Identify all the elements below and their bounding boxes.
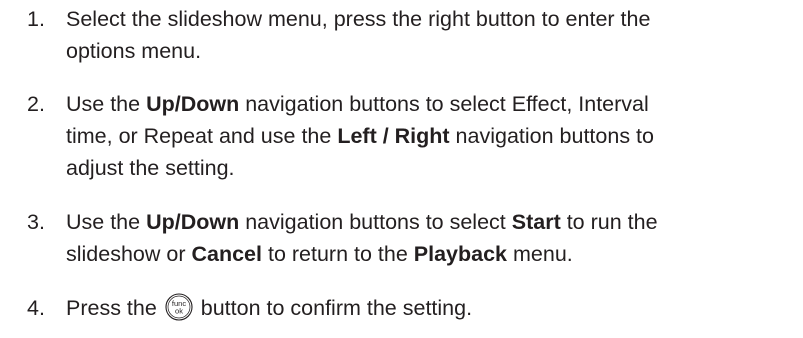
text-run: slideshow or (66, 242, 192, 266)
bold-term: Cancel (191, 242, 262, 266)
text-run: navigation buttons to (449, 124, 654, 148)
func-ok-button-icon: func ok (165, 293, 193, 321)
step-number: 4. (27, 296, 45, 320)
text-run: Use the (66, 210, 147, 234)
text-run: time, or Repeat and use the (66, 124, 338, 148)
step-number: 2. (27, 92, 45, 116)
bold-term: Start (511, 210, 561, 234)
text-run: menu. (507, 242, 573, 266)
step-text: Press the func ok button to confirm the … (66, 292, 803, 324)
text-run: navigation buttons to select Effect, Int… (239, 92, 649, 116)
step-number: 3. (27, 210, 45, 234)
step-line: options menu. (66, 39, 202, 63)
step-text: Select the slideshow menu, press the rig… (66, 3, 803, 67)
step-line: Press the func ok button to confirm the … (66, 292, 803, 324)
bold-term: Up/Down (146, 92, 240, 116)
bold-term: Up/Down (146, 210, 240, 234)
ok-label: ok (175, 307, 183, 316)
bold-term: Left / Right (337, 124, 450, 148)
step-number: 1. (27, 7, 45, 31)
step-line: Use the Up/Down navigation buttons to se… (66, 88, 803, 120)
text-run: button to confirm the setting. (194, 296, 473, 320)
step-line: Use the Up/Down navigation buttons to se… (66, 206, 803, 238)
step-text: Use the Up/Down navigation buttons to se… (66, 88, 803, 184)
text-run: to run the (560, 210, 658, 234)
bold-term: Playback (413, 242, 508, 266)
step-line: adjust the setting. (66, 156, 235, 180)
text-run: Use the (66, 92, 147, 116)
text-run: navigation buttons to select (239, 210, 512, 234)
step-line: slideshow or Cancel to return to the Pla… (66, 238, 803, 270)
step-text: Use the Up/Down navigation buttons to se… (66, 206, 803, 270)
text-run: to return to the (262, 242, 414, 266)
step-line: Select the slideshow menu, press the rig… (66, 7, 651, 31)
text-run: Press the (66, 296, 163, 320)
step-line: time, or Repeat and use the Left / Right… (66, 120, 803, 152)
